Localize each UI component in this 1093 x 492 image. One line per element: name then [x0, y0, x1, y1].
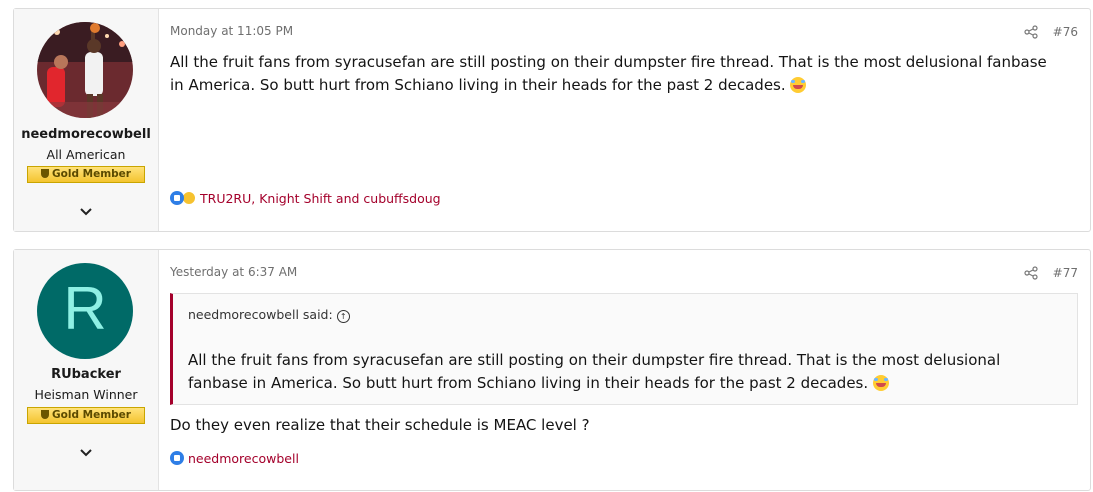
- post-body: All the fruit fans from syracusefan are …: [170, 51, 1058, 97]
- post-main: Yesterday at 6:37 AM #77 needmorecowbell…: [170, 250, 1078, 490]
- user-title: All American: [46, 147, 126, 162]
- reactions-bar[interactable]: needmorecowbell: [170, 451, 299, 466]
- expand-user-button[interactable]: [76, 202, 96, 216]
- post-date[interactable]: Monday at 11:05 PM: [170, 24, 293, 38]
- username[interactable]: needmorecowbell: [14, 127, 158, 142]
- post-77: R RUbacker Heisman Winner Gold Member Ye…: [13, 249, 1091, 491]
- post-number[interactable]: #77: [1053, 266, 1078, 280]
- user-cell: R RUbacker Heisman Winner Gold Member: [14, 250, 159, 490]
- post-body-text: All the fruit fans from syracusefan are …: [170, 53, 1047, 94]
- quote-body: All the fruit fans from syracusefan are …: [188, 349, 1057, 395]
- reaction-names[interactable]: needmorecowbell: [188, 451, 299, 466]
- banner-label: Gold Member: [52, 409, 131, 421]
- user-title: Heisman Winner: [34, 387, 138, 402]
- avatar-photo: [37, 22, 133, 118]
- avatar[interactable]: R: [37, 263, 133, 359]
- user-banner: Gold Member: [27, 407, 145, 424]
- quote-author[interactable]: needmorecowbell said:: [188, 307, 333, 322]
- banner-label: Gold Member: [52, 168, 131, 180]
- chevron-down-icon: [80, 449, 92, 457]
- laughing-emoji-icon: [872, 375, 889, 391]
- post-main: Monday at 11:05 PM #76 All the fruit fan…: [170, 9, 1078, 231]
- share-icon[interactable]: [1024, 266, 1038, 280]
- like-reaction-icon: [170, 191, 184, 205]
- post-date[interactable]: Yesterday at 6:37 AM: [170, 265, 297, 279]
- shield-icon: [41, 410, 50, 419]
- avatar[interactable]: [37, 22, 133, 118]
- like-reaction-icon: [170, 451, 184, 465]
- reactions-bar[interactable]: TRU2RU, Knight Shift and cubuffsdoug: [170, 191, 441, 206]
- expand-user-button[interactable]: [76, 443, 96, 457]
- quote-jump-icon[interactable]: ↑: [336, 310, 350, 323]
- chevron-down-icon: [80, 208, 92, 216]
- laugh-reaction-icon: [182, 191, 196, 205]
- post-number[interactable]: #76: [1053, 25, 1078, 39]
- quote-header: needmorecowbell said: ↑: [188, 307, 350, 323]
- avatar-letter: R: [63, 275, 107, 342]
- username[interactable]: RUbacker: [14, 367, 158, 382]
- laughing-emoji-icon: [790, 77, 807, 93]
- post-76: needmorecowbell All American Gold Member…: [13, 8, 1091, 232]
- shield-icon: [41, 169, 50, 178]
- reaction-names[interactable]: TRU2RU, Knight Shift and cubuffsdoug: [200, 191, 441, 206]
- quote-block: needmorecowbell said: ↑ All the fruit fan…: [170, 293, 1078, 405]
- share-icon[interactable]: [1024, 25, 1038, 39]
- user-banner: Gold Member: [27, 166, 145, 183]
- user-cell: needmorecowbell All American Gold Member: [14, 9, 159, 231]
- post-body-text: Do they even realize that their schedule…: [170, 416, 590, 434]
